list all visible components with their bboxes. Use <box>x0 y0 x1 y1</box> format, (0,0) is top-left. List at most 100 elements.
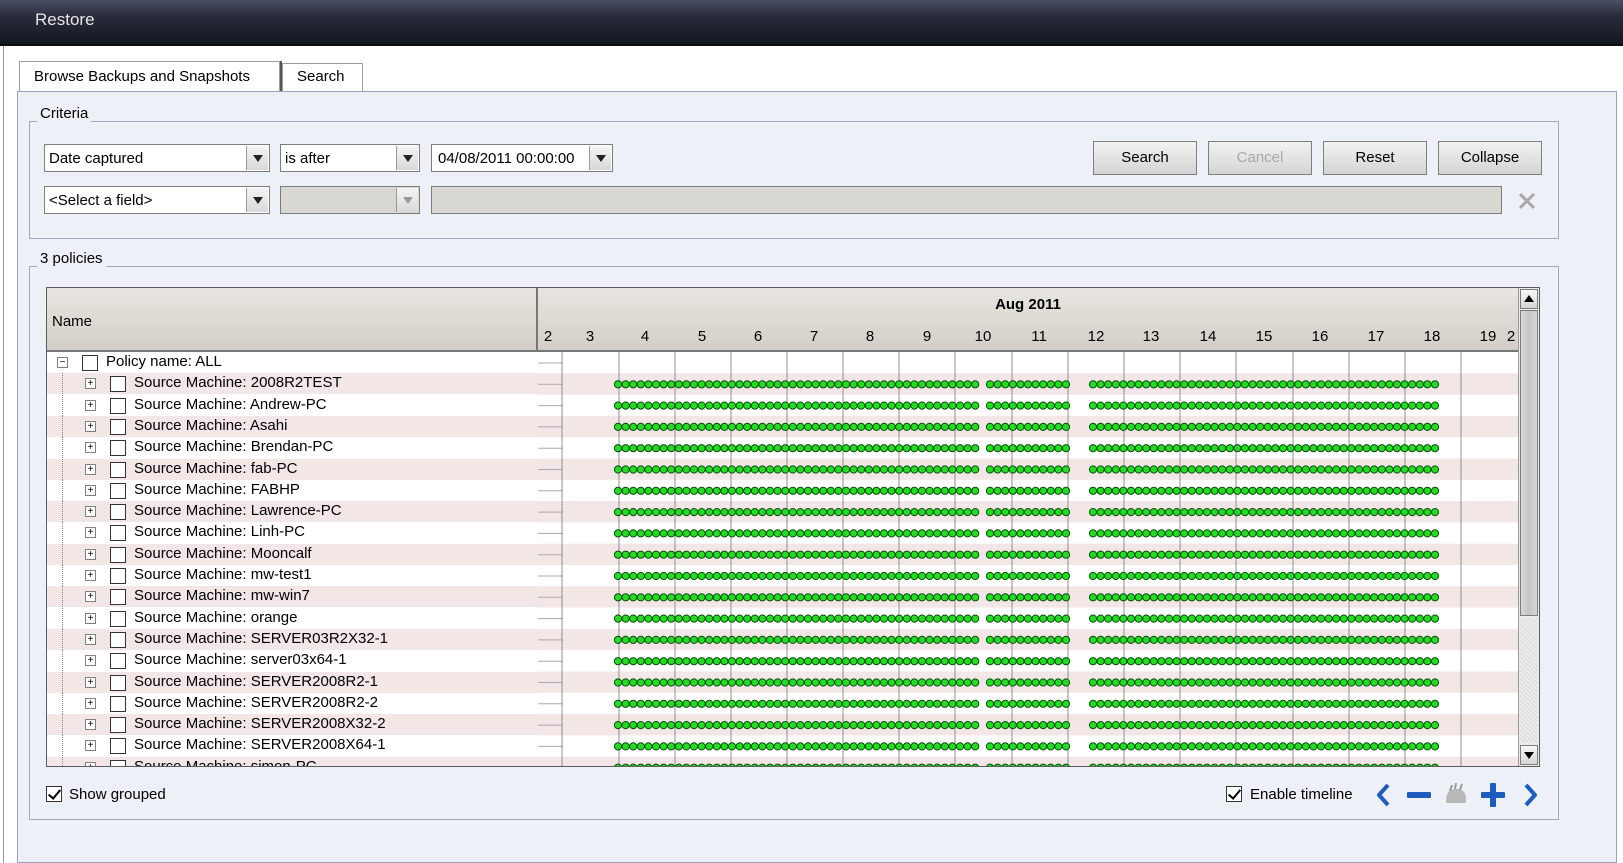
snapshot-marker[interactable] <box>720 614 729 623</box>
snapshot-marker[interactable] <box>879 699 889 708</box>
snapshot-marker[interactable] <box>1134 699 1143 708</box>
snapshot-marker[interactable] <box>727 699 737 708</box>
snapshot-marker[interactable] <box>1430 721 1440 730</box>
snapshot-marker[interactable] <box>1111 401 1120 410</box>
snapshot-marker[interactable] <box>1142 550 1151 559</box>
snapshot-marker[interactable] <box>1362 699 1371 708</box>
snapshot-marker[interactable] <box>644 550 653 559</box>
snapshot-marker[interactable] <box>705 593 714 602</box>
snapshot-marker[interactable] <box>1339 614 1348 623</box>
snapshot-marker[interactable] <box>621 465 630 474</box>
snapshot-marker[interactable] <box>1031 465 1040 474</box>
snapshot-marker[interactable] <box>758 486 767 495</box>
snapshot-marker[interactable] <box>1400 699 1409 708</box>
snapshot-marker[interactable] <box>1263 571 1272 581</box>
snapshot-marker[interactable] <box>925 422 934 432</box>
snapshot-marker[interactable] <box>1392 699 1402 708</box>
snapshot-marker[interactable] <box>1096 529 1105 538</box>
snapshot-marker[interactable] <box>659 721 668 730</box>
snapshot-marker[interactable] <box>895 444 904 453</box>
snapshot-marker[interactable] <box>705 721 714 730</box>
snapshot-marker[interactable] <box>1385 422 1394 432</box>
snapshot-marker[interactable] <box>629 678 638 687</box>
snapshot-marker[interactable] <box>1157 699 1166 708</box>
snapshot-marker[interactable] <box>1096 742 1105 751</box>
snapshot-marker[interactable] <box>834 571 843 581</box>
snapshot-marker[interactable] <box>1210 401 1219 410</box>
snapshot-marker[interactable] <box>1271 593 1280 602</box>
snapshot-marker[interactable] <box>796 550 805 559</box>
snapshot-marker[interactable] <box>682 635 691 644</box>
scroll-thumb[interactable] <box>1520 310 1538 616</box>
snapshot-marker[interactable] <box>1415 699 1424 708</box>
snapshot-marker[interactable] <box>879 742 889 751</box>
snapshot-marker[interactable] <box>1400 657 1409 666</box>
snapshot-marker[interactable] <box>1225 529 1234 538</box>
snapshot-marker[interactable] <box>735 380 744 389</box>
snapshot-marker[interactable] <box>750 699 759 708</box>
snapshot-marker[interactable] <box>1248 593 1257 602</box>
snapshot-marker[interactable] <box>971 657 980 666</box>
snapshot-marker[interactable] <box>1119 571 1128 581</box>
snapshot-marker[interactable] <box>1430 486 1440 495</box>
snapshot-marker[interactable] <box>667 635 676 644</box>
snapshot-marker[interactable] <box>720 657 729 666</box>
snapshot-marker[interactable] <box>1240 699 1250 708</box>
snapshot-marker[interactable] <box>993 635 1002 644</box>
snapshot-marker[interactable] <box>1240 444 1250 453</box>
snapshot-marker[interactable] <box>1039 763 1047 767</box>
snapshot-marker[interactable] <box>864 593 873 602</box>
snapshot-marker[interactable] <box>1218 763 1226 767</box>
criteria-field-select[interactable]: Date captured <box>44 144 270 172</box>
snapshot-marker[interactable] <box>667 550 676 559</box>
snapshot-marker[interactable] <box>1218 508 1227 517</box>
snapshot-marker[interactable] <box>963 380 972 389</box>
snapshot-marker[interactable] <box>1016 678 1025 687</box>
snapshot-marker[interactable] <box>872 401 881 410</box>
snapshot-marker[interactable] <box>971 550 980 559</box>
snapshot-marker[interactable] <box>1271 529 1280 538</box>
snapshot-marker[interactable] <box>1248 380 1257 389</box>
snapshot-marker[interactable] <box>1096 422 1105 432</box>
snapshot-marker[interactable] <box>1023 699 1033 708</box>
snapshot-marker[interactable] <box>1309 678 1318 687</box>
snapshot-marker[interactable] <box>1149 529 1158 538</box>
snapshot-marker[interactable] <box>1165 763 1173 767</box>
snapshot-marker[interactable] <box>1271 763 1280 767</box>
expand-icon[interactable]: + <box>85 570 96 581</box>
snapshot-marker[interactable] <box>842 763 850 767</box>
snapshot-marker[interactable] <box>667 444 676 453</box>
snapshot-marker[interactable] <box>940 508 949 517</box>
snapshot-marker[interactable] <box>697 763 706 767</box>
snapshot-marker[interactable] <box>971 721 980 730</box>
snapshot-marker[interactable] <box>651 422 661 432</box>
snapshot-marker[interactable] <box>895 550 904 559</box>
snapshot-marker[interactable] <box>940 422 949 432</box>
snapshot-marker[interactable] <box>743 721 752 730</box>
snapshot-marker[interactable] <box>1316 571 1326 581</box>
snapshot-marker[interactable] <box>636 614 645 623</box>
snapshot-marker[interactable] <box>1430 550 1440 559</box>
snapshot-marker[interactable] <box>1339 380 1348 389</box>
snapshot-marker[interactable] <box>1039 486 1048 495</box>
snapshot-marker[interactable] <box>948 465 957 474</box>
snapshot-marker[interactable] <box>1362 593 1371 602</box>
snapshot-marker[interactable] <box>925 571 934 581</box>
snapshot-marker[interactable] <box>1332 401 1341 410</box>
snapshot-marker[interactable] <box>1316 657 1326 666</box>
snapshot-marker[interactable] <box>857 508 866 517</box>
snapshot-marker[interactable] <box>1046 593 1055 602</box>
snapshot-marker[interactable] <box>1061 614 1071 623</box>
snapshot-marker[interactable] <box>1408 571 1417 581</box>
snapshot-marker[interactable] <box>1119 657 1128 666</box>
snapshot-marker[interactable] <box>697 678 706 687</box>
snapshot-marker[interactable] <box>1248 465 1257 474</box>
snapshot-marker[interactable] <box>644 529 653 538</box>
snapshot-marker[interactable] <box>1233 422 1242 432</box>
snapshot-marker[interactable] <box>1001 742 1010 751</box>
snapshot-marker[interactable] <box>1111 529 1120 538</box>
snapshot-marker[interactable] <box>705 571 714 581</box>
snapshot-marker[interactable] <box>1016 593 1025 602</box>
snapshot-marker[interactable] <box>1339 529 1348 538</box>
snapshot-marker[interactable] <box>1104 508 1113 517</box>
